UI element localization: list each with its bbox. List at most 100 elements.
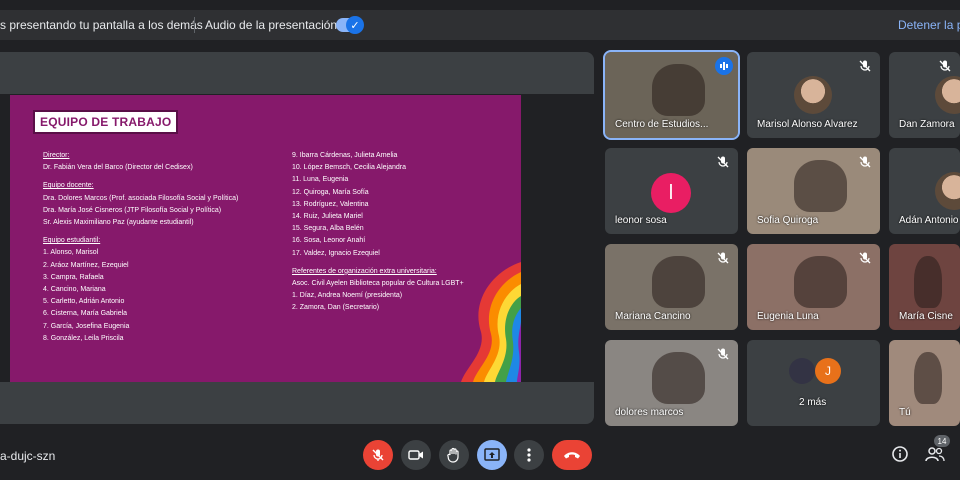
slide-list-item: 15. Segura, Alba Belén [292, 225, 364, 233]
participant-name: Eugenia Luna [757, 311, 819, 322]
participant-name: Sofia Quiroga [757, 215, 819, 226]
more-options-button[interactable] [514, 440, 544, 470]
slide-section-heading: Equipo docente: [43, 182, 94, 190]
participant-tile[interactable]: Sofia Quiroga [747, 148, 880, 234]
participant-tile[interactable]: Dan Zamora [889, 52, 960, 138]
participant-name: leonor sosa [615, 215, 667, 226]
video-feed [793, 256, 847, 308]
meeting-code: a-dujc-szn [0, 449, 56, 463]
slide-right-column: 9. Ibarra Cárdenas, Julieta Amelia 10. Ló… [292, 150, 464, 315]
participant-tile[interactable]: Adán Antonio [889, 148, 960, 234]
participant-name: Tú [899, 407, 911, 418]
participant-name: 2 más [799, 397, 827, 408]
slide-list-item: 6. Cisterna, María Gabriela [43, 310, 128, 318]
slide-list-item: 5. Carletto, Adrián Antonio [43, 298, 125, 306]
slide-list-item: 1. Alonso, Marisol [43, 249, 99, 257]
present-icon [484, 448, 500, 461]
slide-list-item: 4. Cancino, Mariana [43, 286, 106, 294]
slide-list-item: Sr. Alexis Maximiliano Paz (ayudante est… [43, 219, 194, 227]
top-strip [0, 0, 960, 8]
slide-list-item: 10. López Bemsch, Cecilia Alejandra [292, 164, 407, 172]
presentation-audio-label: Audio de la presentación [205, 18, 338, 32]
more-vert-icon [527, 448, 531, 462]
video-feed [651, 256, 705, 308]
avatar [935, 76, 960, 114]
participant-tile[interactable]: Tú [889, 340, 960, 426]
present-screen-button[interactable] [477, 440, 507, 470]
slide-list-item: Dra. Dolores Marcos (Prof. asociada Filo… [43, 194, 239, 202]
slide-list-item: 1. Díaz, Andrea Noemí (presidenta) [292, 292, 403, 300]
avatar: l [651, 173, 691, 213]
avatar [935, 172, 960, 210]
participant-tile[interactable]: l leonor sosa [605, 148, 738, 234]
mic-off-icon [372, 449, 384, 461]
slide-list-item: 13. Rodríguez, Valentina [292, 200, 369, 208]
camera-button[interactable] [401, 440, 431, 470]
slide-list-item: 11. Luna, Eugenia [292, 176, 349, 184]
meeting-controls-bar: a-dujc-szn 14 [0, 432, 960, 480]
speaking-indicator-icon [715, 57, 733, 75]
participant-count-badge: 14 [934, 435, 950, 447]
microphone-button[interactable] [363, 440, 393, 470]
slide-list-item: 17. Valdez, Ignacio Ezequiel [292, 249, 380, 257]
slide-list-item: 3. Campra, Rafaela [43, 273, 104, 281]
video-feed [913, 352, 943, 404]
shared-slide: EQUIPO DE TRABAJO Director: Dr. Fabián Ve… [10, 95, 521, 382]
presenting-message: s presentando tu pantalla a los demás [0, 18, 203, 32]
slide-list-item: 2. Zamora, Dan (Secretario) [292, 304, 380, 312]
leave-call-button[interactable] [552, 440, 592, 470]
presentation-audio-toggle[interactable]: ✓ [336, 16, 364, 34]
video-feed [651, 64, 705, 116]
presenting-banner: s presentando tu pantalla a los demás Au… [0, 10, 960, 40]
camera-icon [408, 450, 423, 460]
participant-name: Marisol Alonso Alvarez [757, 119, 858, 130]
participant-tile[interactable]: Marisol Alonso Alvarez [747, 52, 880, 138]
slide-section-heading: Referentes de organización extra univers… [292, 267, 437, 275]
info-icon[interactable] [892, 446, 908, 462]
slide-list-item: 7. García, Josefina Eugenia [43, 322, 130, 330]
slide-section-heading: Equipo estudiantil: [43, 237, 101, 245]
raise-hand-button[interactable] [439, 440, 469, 470]
stop-presenting-button[interactable]: Detener la pr [898, 18, 960, 32]
participant-name: Dan Zamora [899, 119, 955, 130]
participant-name: Adán Antonio [899, 215, 959, 226]
video-feed [651, 352, 705, 404]
avatar [789, 358, 815, 384]
mic-off-icon [858, 251, 872, 265]
end-call-icon [564, 452, 580, 459]
mic-off-icon [858, 59, 872, 73]
slide-list-item: 14. Ruiz, Julieta Mariel [292, 213, 363, 221]
video-feed [913, 256, 943, 308]
avatar [794, 76, 832, 114]
mic-off-icon [938, 59, 952, 73]
check-icon: ✓ [346, 16, 364, 34]
slide-left-column: Director: Dr. Fabián Vera del Barco (Dire… [43, 150, 238, 345]
slide-list-item: 9. Ibarra Cárdenas, Julieta Amelia [292, 152, 398, 159]
participant-tile[interactable]: Centro de Estudios... [603, 50, 740, 140]
mic-off-icon [716, 155, 730, 169]
divider [194, 17, 195, 33]
slide-list-item: Dr. Fabián Vera del Barco (Director del … [43, 164, 193, 172]
slide-section-heading: Director: [43, 152, 70, 159]
participant-tile[interactable]: Mariana Cancino [605, 244, 738, 330]
participant-name: Mariana Cancino [615, 311, 691, 322]
mic-off-icon [858, 155, 872, 169]
participant-tile[interactable]: Eugenia Luna [747, 244, 880, 330]
participant-tile[interactable]: María Cisne [889, 244, 960, 330]
participant-name: María Cisne [899, 311, 953, 322]
participant-name: Centro de Estudios... [615, 119, 709, 130]
rainbow-decoration [461, 262, 521, 382]
video-feed [793, 160, 847, 212]
slide-list-item: Asoc. Civil Ayelen Biblioteca popular de… [292, 280, 464, 288]
slide-list-item: 8. González, Leila Priscila [43, 334, 124, 342]
slide-list-item: 12. Quiroga, María Sofía [292, 188, 369, 196]
participant-tile[interactable]: J 2 más [747, 340, 880, 426]
slide-list-item: 16. Sosa, Leonor Anahí [292, 237, 366, 245]
slide-list-item: 2. Aráoz Martínez, Ezequiel [43, 261, 129, 269]
mic-off-icon [716, 347, 730, 361]
mic-off-icon [716, 251, 730, 265]
participant-name: dolores marcos [615, 407, 684, 418]
slide-list-item: Dra. María José Cisneros (JTP Filosofía … [43, 206, 222, 214]
participant-tile[interactable]: dolores marcos [605, 340, 738, 426]
people-icon[interactable] [925, 446, 945, 462]
